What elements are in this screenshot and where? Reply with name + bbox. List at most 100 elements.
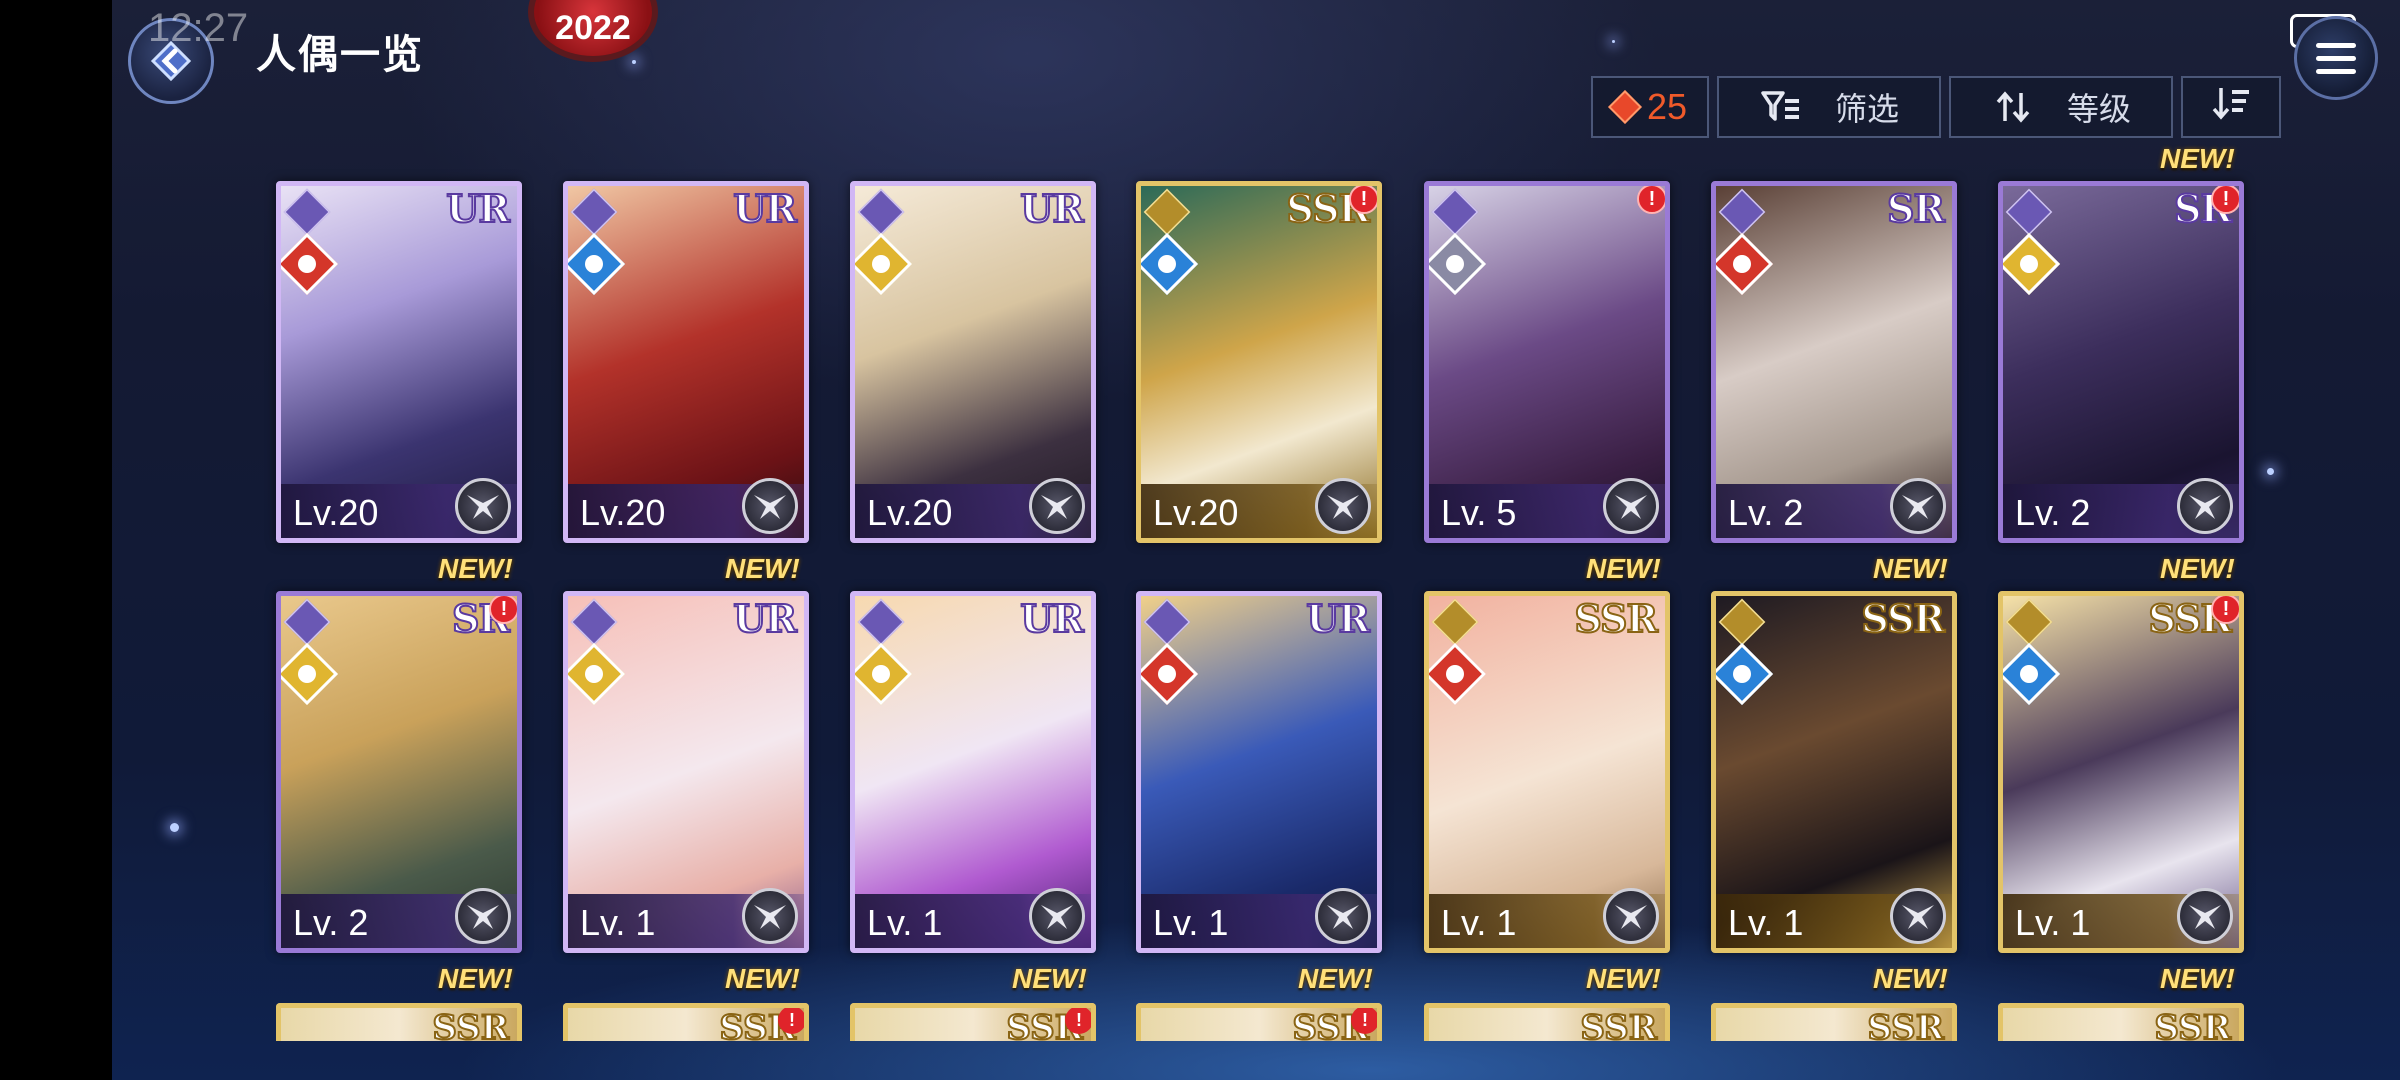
doll-card[interactable]: UR Lv. 1 xyxy=(850,591,1096,953)
doll-card[interactable]: SSR Lv. 1 xyxy=(1424,591,1670,953)
faction-emblem-icon xyxy=(742,478,798,534)
new-tag: NEW! xyxy=(438,963,513,994)
rarity-label: UR xyxy=(445,186,511,232)
doll-card[interactable]: Lv. 5 ! xyxy=(1424,181,1670,543)
doll-card[interactable]: UR Lv.20 xyxy=(563,181,809,543)
faction-emblem-icon xyxy=(1890,888,1946,944)
level-label: Lv. 1 xyxy=(2015,902,2091,943)
faction-emblem-icon xyxy=(455,478,511,534)
level-label: Lv. 1 xyxy=(1728,902,1804,943)
level-label: Lv.20 xyxy=(867,492,953,533)
level-label: Lv. 1 xyxy=(867,902,943,943)
doll-card[interactable]: UR Lv. 1 xyxy=(563,591,809,953)
rarity-label: UR xyxy=(732,596,798,642)
doll-card[interactable]: SSR xyxy=(1998,1003,2244,1041)
rarity-label: UR xyxy=(1019,596,1085,642)
doll-card[interactable]: SSR xyxy=(276,1003,522,1041)
doll-card[interactable]: SSR Lv. 1 xyxy=(1711,591,1957,953)
alert-icon: ! xyxy=(1065,1008,1091,1034)
faction-emblem-icon xyxy=(2177,478,2233,534)
faction-emblem-icon xyxy=(1315,478,1371,534)
sort-arrows-icon xyxy=(1991,89,2035,125)
new-tag: NEW! xyxy=(1586,553,1661,584)
level-label: Lv. 1 xyxy=(1441,902,1517,943)
gem-icon xyxy=(1607,90,1642,124)
rarity-label: SR xyxy=(1886,186,1946,232)
level-label: Lv. 2 xyxy=(293,902,369,943)
count-value: 25 xyxy=(1646,86,1688,127)
sort-descending-icon xyxy=(2211,85,2251,129)
sparkle xyxy=(1612,40,1615,43)
new-tag: NEW! xyxy=(2160,963,2235,994)
alert-icon: ! xyxy=(1349,186,1377,214)
level-label: Lv.20 xyxy=(580,492,666,533)
new-tag: NEW! xyxy=(725,553,800,584)
doll-card[interactable]: SSR! xyxy=(1136,1003,1382,1041)
alert-icon: ! xyxy=(2211,596,2239,624)
level-label: Lv. 1 xyxy=(1153,902,1229,943)
new-tag: NEW! xyxy=(2160,143,2235,174)
faction-emblem-icon xyxy=(742,888,798,944)
doll-card[interactable]: UR Lv.20 xyxy=(276,181,522,543)
rarity-label: SSR xyxy=(1579,1008,1658,1041)
doll-card[interactable]: SSR Lv. 1 ! xyxy=(1998,591,2244,953)
alert-icon: ! xyxy=(1637,186,1665,214)
new-tag: NEW! xyxy=(438,553,513,584)
doll-card[interactable]: UR Lv. 1 xyxy=(1136,591,1382,953)
doll-card[interactable]: SSR! xyxy=(563,1003,809,1041)
sparkle xyxy=(632,60,636,64)
new-tag: NEW! xyxy=(1586,963,1661,994)
new-tag: NEW! xyxy=(2160,553,2235,584)
alert-icon: ! xyxy=(1351,1008,1377,1034)
new-tag: NEW! xyxy=(1873,963,1948,994)
faction-emblem-icon xyxy=(1603,478,1659,534)
new-tag: NEW! xyxy=(1873,553,1948,584)
filter-button[interactable]: 筛选 xyxy=(1717,76,1941,138)
rarity-label: SSR xyxy=(1573,596,1659,642)
level-label: Lv. 1 xyxy=(580,902,656,943)
level-label: Lv. 2 xyxy=(1728,492,1804,533)
level-label: Lv.20 xyxy=(1153,492,1239,533)
alert-icon: ! xyxy=(2211,186,2239,214)
alert-icon: ! xyxy=(489,596,517,624)
filter-label: 筛选 xyxy=(1835,91,1900,127)
rarity-label: UR xyxy=(732,186,798,232)
rarity-label: SSR xyxy=(1866,1008,1945,1041)
menu-button[interactable] xyxy=(2294,16,2378,100)
doll-card[interactable]: UR Lv.20 xyxy=(850,181,1096,543)
faction-emblem-icon xyxy=(1029,888,1085,944)
level-label: Lv.20 xyxy=(293,492,379,533)
rarity-label: UR xyxy=(1305,596,1371,642)
faction-emblem-icon xyxy=(455,888,511,944)
doll-card[interactable]: SSR! xyxy=(850,1003,1096,1041)
doll-card[interactable]: SSR Lv.20 ! xyxy=(1136,181,1382,543)
rarity-label: UR xyxy=(1019,186,1085,232)
doll-card[interactable]: SSR xyxy=(1711,1003,1957,1041)
alert-icon: ! xyxy=(778,1008,804,1034)
rarity-label: SSR xyxy=(431,1008,510,1041)
doll-count: 25 xyxy=(1591,76,1709,138)
faction-emblem-icon xyxy=(2177,888,2233,944)
page-title: 人偶一览 xyxy=(256,33,424,77)
level-label: Lv. 2 xyxy=(2015,492,2091,533)
sparkle xyxy=(170,823,179,832)
new-tag: NEW! xyxy=(1012,963,1087,994)
doll-card[interactable]: SSR xyxy=(1424,1003,1670,1041)
doll-card[interactable]: SR Lv. 2 ! xyxy=(1998,181,2244,543)
faction-emblem-icon xyxy=(1029,478,1085,534)
doll-card[interactable]: SR Lv. 2 xyxy=(1711,181,1957,543)
faction-emblem-icon xyxy=(1603,888,1659,944)
level-label: Lv. 5 xyxy=(1441,492,1517,533)
sparkle xyxy=(2267,468,2274,475)
sort-label: 等级 xyxy=(2067,91,2132,127)
rarity-label: SSR xyxy=(1860,596,1946,642)
new-tag: NEW! xyxy=(1298,963,1373,994)
status-clock: 12:27 xyxy=(148,6,249,50)
faction-emblem-icon xyxy=(1890,478,1946,534)
sort-order-button[interactable] xyxy=(2181,76,2281,138)
sort-button[interactable]: 等级 xyxy=(1949,76,2173,138)
doll-card[interactable]: SR Lv. 2 ! xyxy=(276,591,522,953)
new-tag: NEW! xyxy=(725,963,800,994)
rarity-label: SSR xyxy=(2153,1008,2232,1041)
faction-emblem-icon xyxy=(1315,888,1371,944)
